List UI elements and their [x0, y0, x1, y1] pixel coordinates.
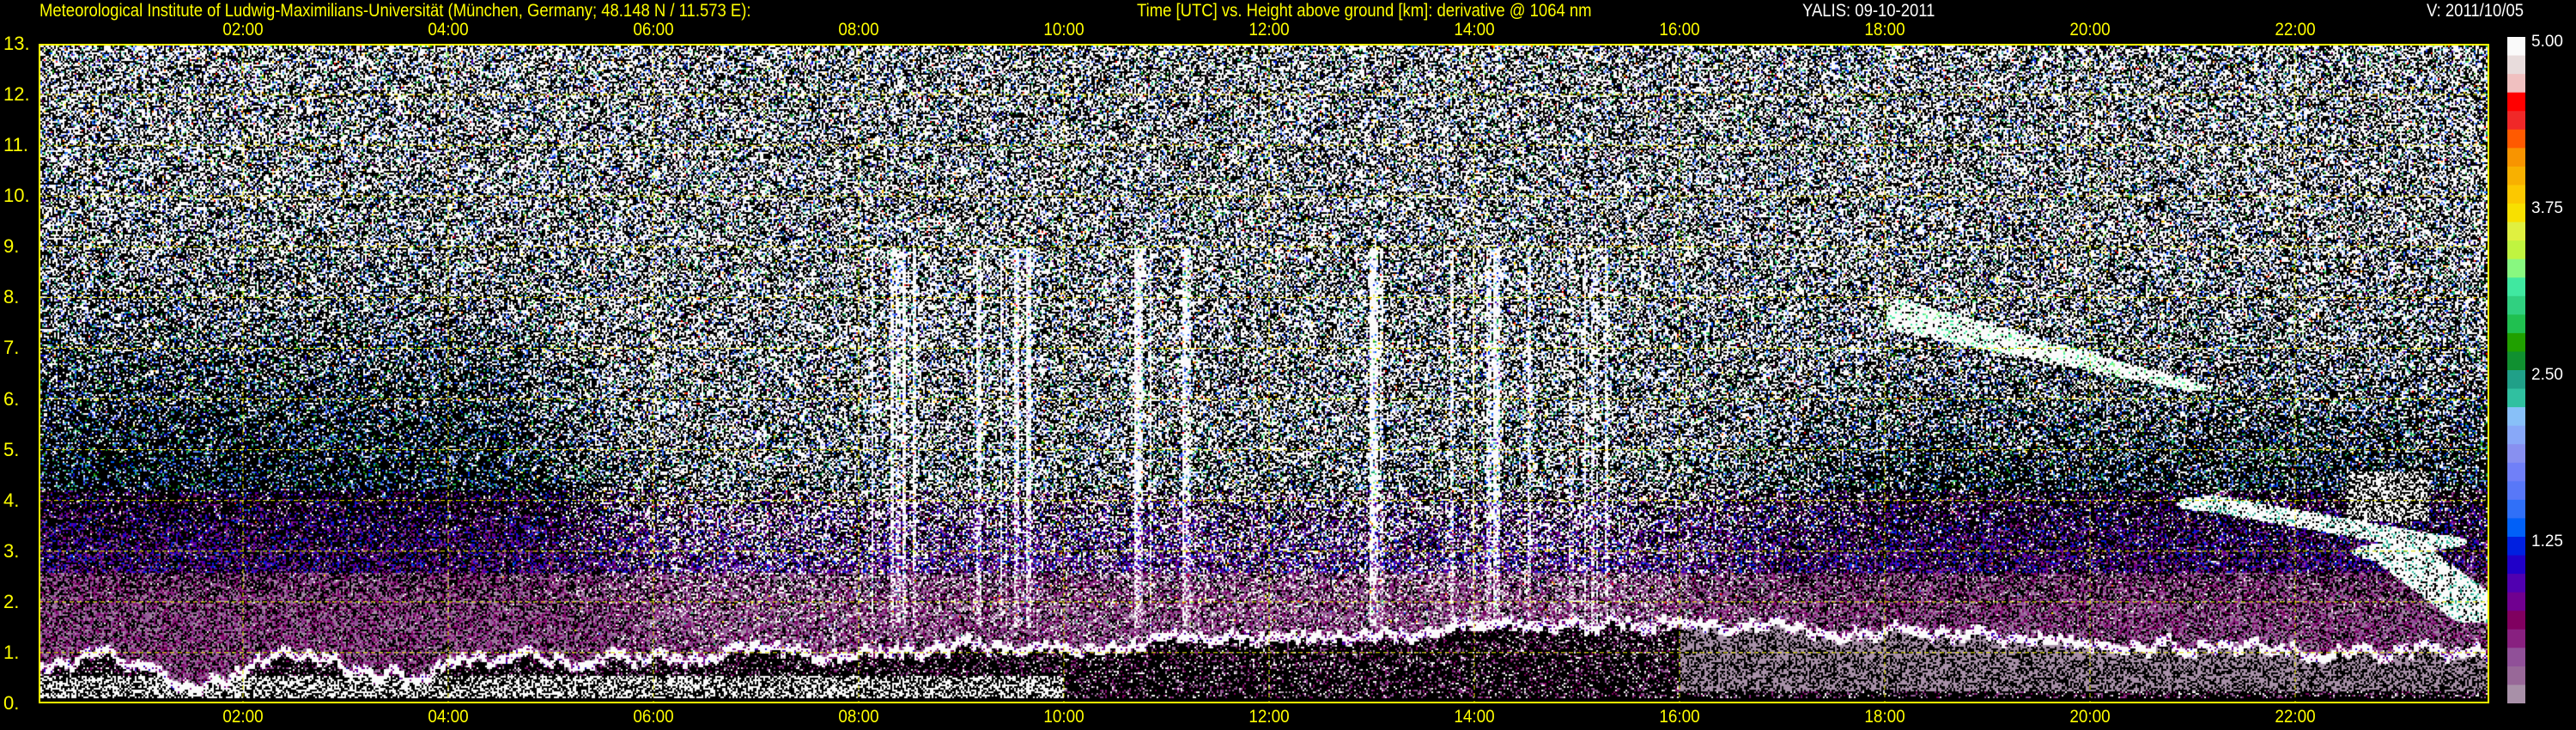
institute-title: Meteorological Institute of Ludwig-Maxim…	[39, 1, 751, 21]
colorbar-segment	[2507, 555, 2525, 575]
colorbar-segment	[2507, 537, 2525, 557]
colorbar-segment	[2507, 332, 2525, 352]
x-tick-label: 04:00	[428, 20, 469, 40]
x-tick-label: 10:00	[1043, 707, 1084, 727]
y-tick-label: 3.	[3, 539, 20, 562]
y-tick-label: 4.	[3, 489, 20, 511]
x-tick-label: 22:00	[2275, 707, 2316, 727]
colorbar-segment	[2507, 574, 2525, 593]
colorbar-segment	[2507, 462, 2525, 482]
x-tick-label: 18:00	[1864, 20, 1905, 40]
colorbar-tick-label: 1.25	[2531, 532, 2563, 551]
colorbar-segment	[2507, 425, 2525, 445]
colorbar-segment	[2507, 499, 2525, 519]
colorbar-segment	[2507, 204, 2525, 223]
y-tick-label: 12.	[3, 83, 30, 106]
colorbar-segment	[2507, 629, 2525, 648]
x-tick-label: 12:00	[1249, 20, 1290, 40]
colorbar-segment	[2507, 55, 2525, 75]
y-tick-label: 0.	[3, 692, 20, 714]
colorbar-segment	[2507, 684, 2525, 703]
y-tick-label: 8.	[3, 286, 20, 308]
axes-description: Time [UTC] vs. Height above ground [km]:…	[1137, 1, 1592, 21]
plot-area	[39, 44, 2489, 703]
colorbar-tick-label: 2.50	[2531, 366, 2563, 384]
grid-overlay	[39, 44, 2489, 703]
y-tick-label: 1.	[3, 641, 20, 663]
colorbar-segment	[2507, 222, 2525, 241]
y-tick-label: 9.	[3, 235, 20, 258]
colorbar-segment	[2507, 74, 2525, 94]
x-tick-label: 06:00	[633, 20, 674, 40]
colorbar-segment	[2507, 518, 2525, 538]
x-tick-label: 04:00	[428, 707, 469, 727]
x-tick-label: 10:00	[1043, 20, 1084, 40]
colorbar-segment	[2507, 444, 2525, 464]
y-tick-label: 10.	[3, 185, 30, 207]
y-tick-label: 7.	[3, 337, 20, 359]
x-tick-label: 16:00	[1659, 20, 1700, 40]
colorbar-segment	[2507, 37, 2525, 57]
x-tick-label: 16:00	[1659, 707, 1700, 727]
colorbar-segment	[2507, 185, 2525, 204]
colorbar-segment	[2507, 166, 2525, 186]
colorbar-segment	[2507, 259, 2525, 278]
colorbar-segment	[2507, 666, 2525, 685]
y-tick-label: 5.	[3, 438, 20, 460]
colorbar-segment	[2507, 295, 2525, 315]
x-tick-label: 14:00	[1454, 707, 1495, 727]
y-tick-label: 6.	[3, 387, 20, 410]
y-tick-label: 2.	[3, 590, 20, 612]
x-tick-label: 06:00	[633, 707, 674, 727]
colorbar-tick-label: 5.00	[2531, 33, 2563, 51]
colorbar-segment	[2507, 592, 2525, 611]
colorbar-segment	[2507, 240, 2525, 260]
x-tick-label: 14:00	[1454, 20, 1495, 40]
colorbar-segment	[2507, 407, 2525, 427]
colorbar-tick-label: 3.75	[2531, 199, 2563, 217]
x-tick-label: 12:00	[1249, 707, 1290, 727]
colorbar-segment	[2507, 370, 2525, 390]
colorbar-segment	[2507, 129, 2525, 149]
x-tick-label: 22:00	[2275, 20, 2316, 40]
x-tick-label: 08:00	[838, 20, 879, 40]
colorbar-segment	[2507, 648, 2525, 667]
colorbar-segment	[2507, 351, 2525, 371]
colorbar-segment	[2507, 388, 2525, 408]
colorbar-segment	[2507, 111, 2525, 131]
instrument-date: YALIS: 09-10-2011	[1802, 1, 1935, 21]
colorbar-segment	[2507, 148, 2525, 167]
colorbar-segment	[2507, 277, 2525, 297]
colorbar-segment	[2507, 92, 2525, 112]
colorbar-segment	[2507, 314, 2525, 334]
x-tick-label: 02:00	[222, 707, 264, 727]
plot-border	[39, 44, 2489, 703]
colorbar	[2507, 37, 2525, 703]
x-tick-label: 02:00	[222, 20, 264, 40]
colorbar-segment	[2507, 481, 2525, 501]
x-tick-label: 08:00	[838, 707, 879, 727]
y-tick-label: 11.	[3, 134, 28, 156]
x-tick-label: 20:00	[2069, 20, 2111, 40]
colorbar-segment	[2507, 611, 2525, 630]
version-label: V: 2011/10/05	[2427, 1, 2524, 21]
x-tick-label: 20:00	[2069, 707, 2111, 727]
x-tick-label: 18:00	[1864, 707, 1905, 727]
y-tick-label: 13.	[3, 33, 30, 54]
